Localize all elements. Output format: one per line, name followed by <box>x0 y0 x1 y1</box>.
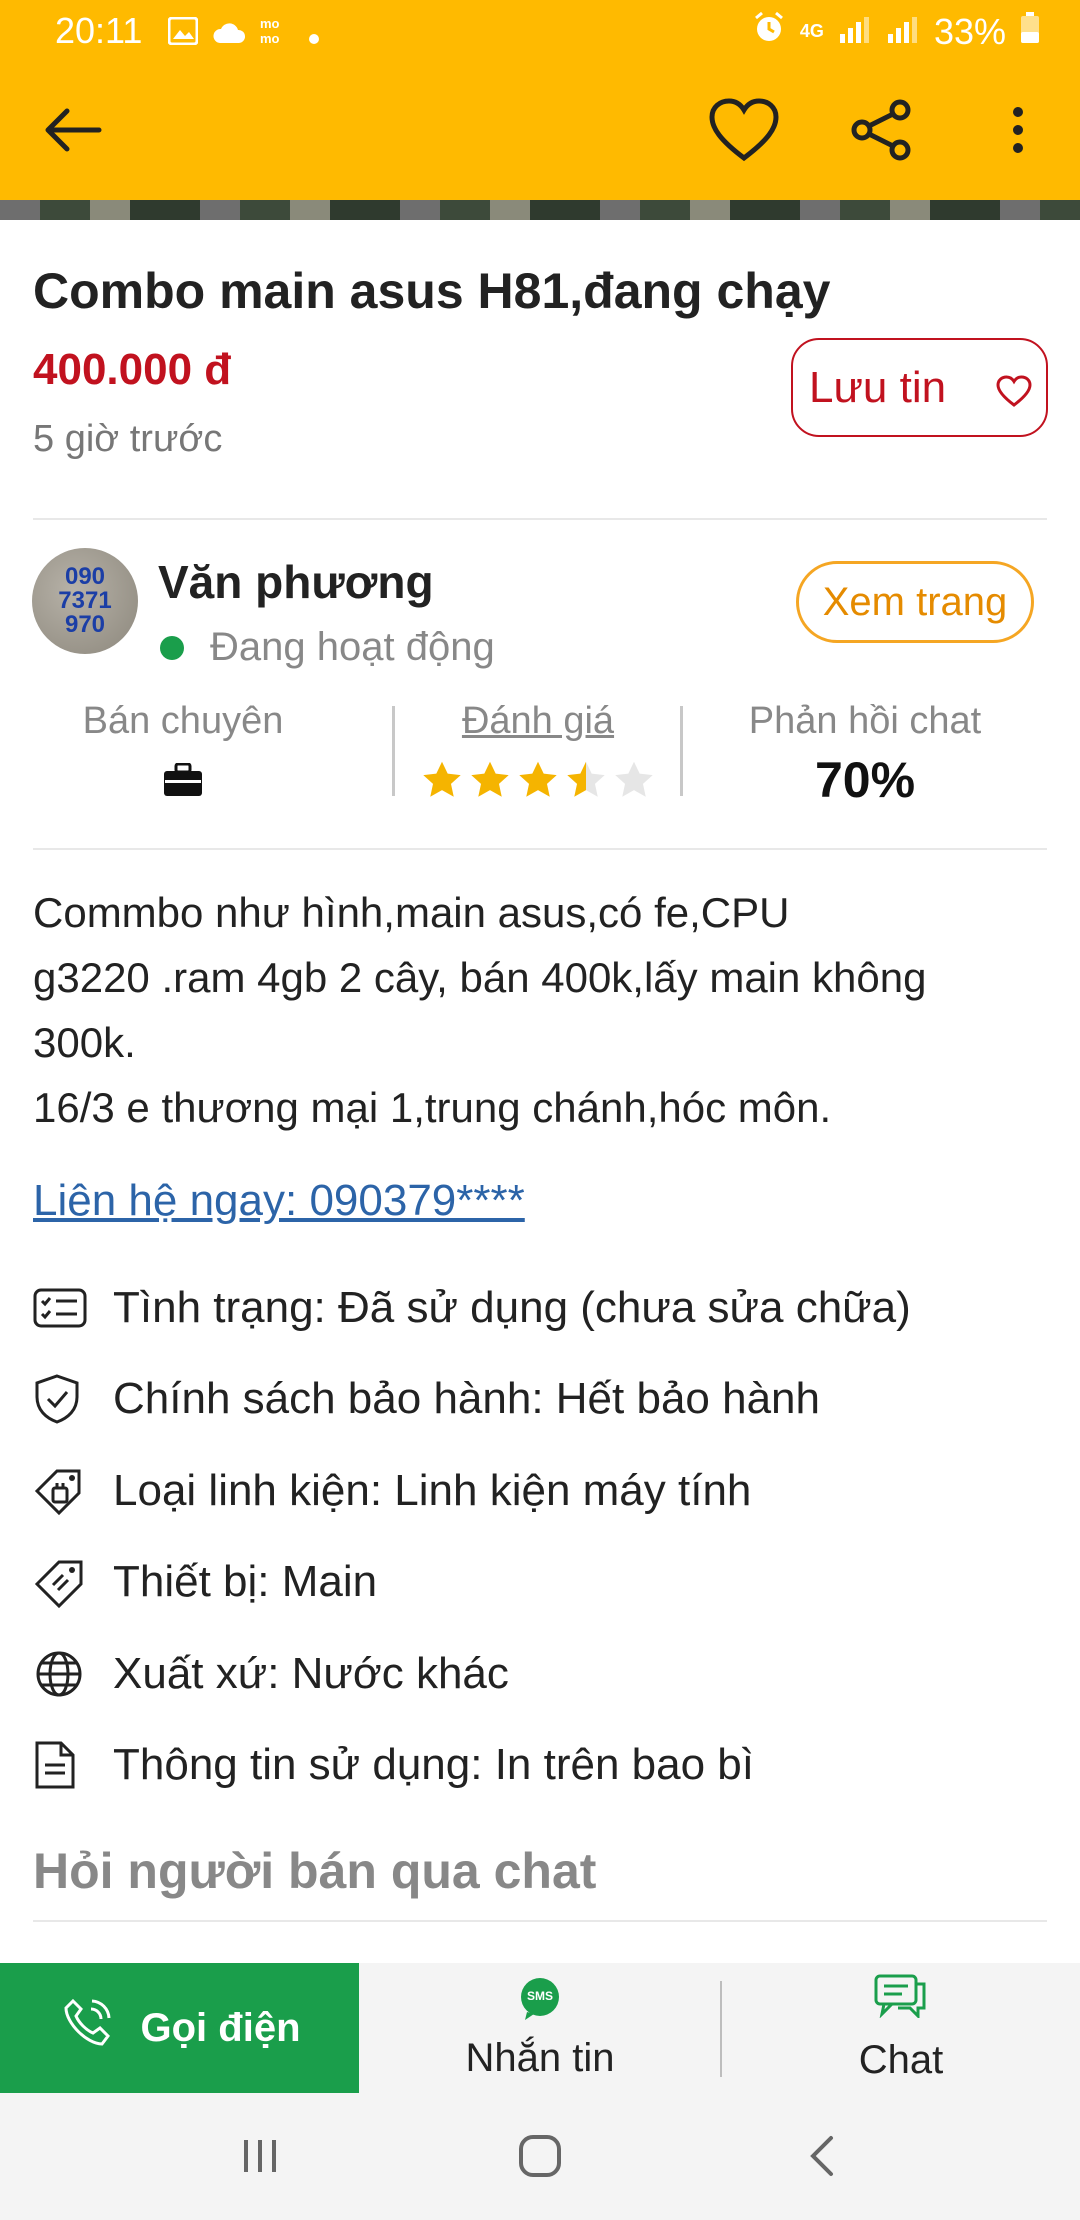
notification-dot-icon <box>308 12 320 54</box>
recent-apps-icon <box>244 2140 276 2172</box>
attribute-usage-info: Thông tin sử dụng: In trên bao bì <box>33 1720 1053 1812</box>
share-button[interactable] <box>840 88 924 172</box>
save-label: Lưu tin <box>809 362 947 412</box>
listing-title: Combo main asus H81,đang chạy <box>33 263 831 319</box>
chat-button[interactable]: Chat <box>722 1963 1080 2093</box>
back-button[interactable] <box>31 88 115 172</box>
checklist-icon <box>33 1278 113 1338</box>
chat-bubbles-icon <box>874 1974 928 2028</box>
system-back-button[interactable] <box>782 2123 862 2189</box>
status-bar: 20:11 mo mo 4G 33% <box>0 0 1080 64</box>
star-icon <box>519 761 557 797</box>
chat-section-title: Hỏi người bán qua chat <box>33 1843 597 1899</box>
svg-text:mo: mo <box>260 31 280 45</box>
rating-stars <box>395 759 681 803</box>
rating-label[interactable]: Đánh giá <box>395 700 681 743</box>
signal-icon <box>838 11 872 53</box>
divider <box>33 848 1047 850</box>
price-tag-icon <box>33 1552 113 1612</box>
divider <box>33 1920 1047 1922</box>
star-icon <box>615 761 653 797</box>
chat-label: Chat <box>858 2037 944 2082</box>
star-icon <box>423 761 461 797</box>
posted-time: 5 giờ trước <box>33 418 223 460</box>
cloud-icon <box>212 12 246 54</box>
chat-response-stat: Phản hồi chat 70% <box>683 700 1047 809</box>
response-label: Phản hồi chat <box>748 700 982 742</box>
bottom-action-bar: Gọi điện SMS Nhắn tin Chat <box>0 1963 1080 2093</box>
rating-stat[interactable]: Đánh giá <box>395 700 681 803</box>
seller-name[interactable]: Văn phương <box>158 555 434 609</box>
briefcase-icon <box>33 762 333 802</box>
seller-type-stat: Bán chuyên <box>33 700 333 802</box>
battery-level: 33% <box>933 10 1006 52</box>
network-type: 4G <box>799 21 824 41</box>
online-status-dot <box>160 636 184 660</box>
star-icon <box>471 761 509 797</box>
status-time: 20:11 <box>55 10 143 51</box>
contact-phone-link[interactable]: Liên hệ ngay: 090379**** <box>33 1176 525 1226</box>
arrow-left-icon <box>45 108 102 152</box>
globe-icon <box>33 1644 113 1704</box>
listing-attributes: Tình trạng: Đã sử dụng (chưa sửa chữa) C… <box>33 1262 1053 1811</box>
heart-outline-icon <box>709 98 779 162</box>
shield-check-icon <box>33 1369 113 1429</box>
save-listing-button[interactable]: Lưu tin <box>791 338 1048 437</box>
response-value: 70% <box>814 752 916 808</box>
message-button[interactable]: SMS Nhắn tin <box>360 1963 720 2093</box>
recent-apps-button[interactable] <box>220 2123 300 2189</box>
alarm-icon <box>752 10 786 53</box>
call-button[interactable]: Gọi điện <box>0 1963 359 2093</box>
sms-icon: SMS <box>517 1976 563 2022</box>
signal-icon-2 <box>886 11 920 53</box>
system-navigation-bar <box>0 2093 1080 2220</box>
phone-icon <box>59 1995 115 2061</box>
favorite-button[interactable] <box>702 88 786 172</box>
star-icon <box>567 761 605 797</box>
seller-type-label: Bán chuyên <box>82 700 284 742</box>
heart-icon <box>996 368 1032 418</box>
share-icon <box>851 99 911 161</box>
seller-status: Đang hoạt động <box>210 625 495 669</box>
attribute-origin: Xuất xứ: Nước khác <box>33 1628 1053 1720</box>
attribute-device: Thiết bị: Main <box>33 1537 1053 1629</box>
message-label: Nhắn tin <box>465 2035 615 2080</box>
more-vertical-icon <box>1013 107 1023 153</box>
home-button[interactable] <box>500 2123 580 2189</box>
chevron-left-icon <box>810 2136 833 2176</box>
attribute-component-type: Loại linh kiện: Linh kiện máy tính <box>33 1445 1053 1537</box>
battery-icon <box>1020 11 1040 53</box>
more-options-button[interactable] <box>976 88 1060 172</box>
listing-image-edge[interactable] <box>0 200 1080 220</box>
gallery-icon <box>167 12 199 54</box>
svg-text:mo: mo <box>260 16 280 31</box>
document-icon <box>33 1735 113 1795</box>
home-icon <box>519 2135 561 2177</box>
seller-stats: Bán chuyên Đánh giá Phản hồi chat 70% <box>33 700 1047 820</box>
divider <box>33 518 1047 520</box>
listing-description: Commbo như hình,main asus,có fe,CPU g322… <box>33 889 927 1131</box>
call-label: Gọi điện <box>140 2005 301 2050</box>
seller-avatar[interactable]: 090 7371 970 <box>32 548 138 654</box>
attribute-condition: Tình trạng: Đã sử dụng (chưa sửa chữa) <box>33 1262 1053 1354</box>
momo-icon: mo mo <box>260 12 294 54</box>
listing-price: 400.000 đ <box>33 345 232 394</box>
app-header: 20:11 mo mo 4G 33% <box>0 0 1080 200</box>
component-tag-icon <box>33 1461 113 1521</box>
view-seller-page-button[interactable]: Xem trang <box>796 561 1034 643</box>
attribute-warranty: Chính sách bảo hành: Hết bảo hành <box>33 1354 1053 1446</box>
